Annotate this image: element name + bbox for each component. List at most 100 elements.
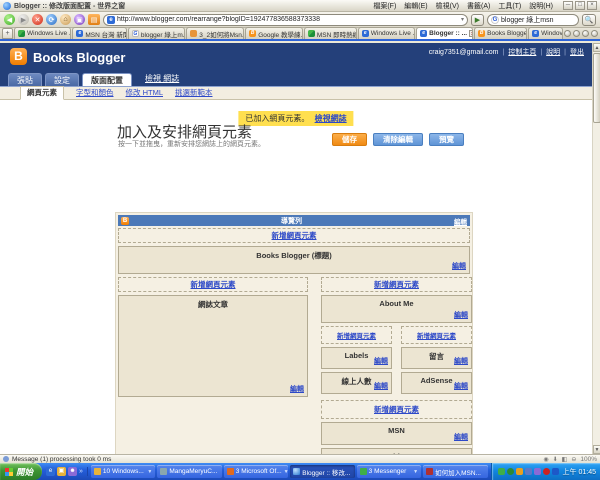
favorites-button[interactable]: ▤ [88, 14, 100, 25]
close-tab-icon[interactable]: x [469, 30, 473, 37]
comments-widget[interactable]: 留言 編輯 [401, 347, 472, 369]
proxy-icon[interactable]: ◧ [562, 456, 568, 463]
network-tray-icon[interactable] [524, 468, 532, 475]
edit-online-link[interactable]: 編輯 [374, 381, 388, 391]
help-link[interactable]: 說明 [546, 47, 560, 57]
tab-posting[interactable]: 張貼 [8, 73, 42, 86]
zoom-level[interactable]: 100% [580, 456, 597, 463]
browser-tab-5[interactable]: Google 教學練... [245, 27, 303, 39]
start-button[interactable]: 開始 [0, 463, 43, 480]
update-tray-icon[interactable] [515, 468, 523, 475]
tab-layout[interactable]: 版面配置 [82, 73, 132, 86]
edit-about-link[interactable]: 編輯 [454, 310, 468, 320]
edit-navbar-link[interactable]: 編輯 [454, 216, 467, 226]
browser-tab-6[interactable]: MSN 即時熱線 [303, 27, 357, 39]
add-page-element-link[interactable]: 新增網頁元素 [417, 330, 456, 340]
quicklaunch-overflow-icon[interactable]: » [79, 468, 83, 475]
taskbar-item-messenger-group[interactable]: 3 Messenger ▼ [356, 465, 422, 478]
add-page-element-link[interactable]: 新增網頁元素 [374, 279, 419, 290]
subtab-fonts-colors[interactable]: 字型和顏色 [76, 87, 114, 99]
messenger-tray-icon[interactable] [497, 468, 505, 475]
navbar-element[interactable]: B 導覽列 編輯 [118, 215, 470, 226]
status-tray-icon[interactable] [506, 468, 514, 475]
tab-settings[interactable]: 設定 [45, 73, 79, 86]
subtab-page-elements[interactable]: 網頁元素 [20, 86, 64, 100]
ie-quicklaunch-icon[interactable]: e [46, 467, 56, 476]
new-tab-button[interactable]: + [2, 28, 13, 39]
url-input[interactable]: http://www.blogger.com/rearrange?blogID=… [117, 16, 459, 23]
home-button[interactable]: ⌂ [60, 14, 71, 25]
menu-edit[interactable]: 編輯(E) [404, 1, 427, 11]
browser-tab-7[interactable]: Windows Live ... [357, 27, 416, 39]
edit-comments-link[interactable]: 編輯 [454, 356, 468, 366]
dashboard-link[interactable]: 控制主頁 [508, 47, 536, 57]
browser-tab-1[interactable]: Windows Live ... [14, 27, 72, 39]
about-me-widget[interactable]: About Me 編輯 [321, 295, 472, 323]
signout-link[interactable]: 登出 [570, 47, 584, 57]
scroll-up-icon[interactable]: ▲ [593, 43, 600, 52]
add-page-element-link[interactable]: 新增網頁元素 [337, 330, 376, 340]
menu-file[interactable]: 檔案(F) [373, 1, 396, 11]
folder-quicklaunch-icon[interactable]: ▣ [57, 467, 67, 476]
subtab-pick-template[interactable]: 挑選新範本 [175, 87, 213, 99]
taskbar-item-blogger-active[interactable]: Blogger :: 移改... [290, 465, 355, 478]
vertical-scrollbar[interactable]: ▲ ▼ [592, 43, 600, 454]
adsense-widget[interactable]: AdSense 編輯 [401, 372, 472, 394]
menu-help[interactable]: 說明(H) [529, 1, 553, 11]
stop-button[interactable]: ✕ [32, 14, 43, 25]
blog-posts-widget[interactable]: 網誌文章 編輯 [118, 295, 308, 397]
browser-tab-4[interactable]: 3_2如何將Msn... [186, 27, 245, 39]
search-input[interactable]: blogger 綠上msn [501, 15, 575, 25]
scroll-down-icon[interactable]: ▼ [593, 445, 600, 454]
close-button[interactable]: × [587, 1, 597, 10]
menu-bookmarks[interactable]: 書籤(A) [467, 1, 490, 11]
restore-button[interactable]: □ [575, 1, 585, 10]
address-bar[interactable]: e http://www.blogger.com/rearrange?blogI… [103, 13, 468, 26]
edit-posts-link[interactable]: 編輯 [290, 384, 304, 394]
preview-button[interactable]: 預覽 [429, 133, 464, 146]
refresh-button[interactable]: ⟳ [46, 14, 57, 25]
scrollbar-thumb[interactable] [593, 53, 600, 123]
header-widget[interactable]: Books Blogger (標題) 編輯 [118, 246, 470, 274]
language-tray-icon[interactable] [551, 468, 559, 475]
taskbar-item-manga[interactable]: MangaMeryuC... [157, 465, 222, 478]
edit-adsense-link[interactable]: 編輯 [454, 381, 468, 391]
menu-tools[interactable]: 工具(T) [498, 1, 521, 11]
taskbar-clock[interactable]: 上午 01:45 [563, 467, 596, 477]
zoom-icon[interactable]: ⊖ [571, 456, 576, 463]
antivirus-tray-icon[interactable] [542, 468, 550, 475]
taskbar-item-explorer-group[interactable]: 10 Windows... ▼ [90, 465, 156, 478]
online-count-widget[interactable]: 線上人數 編輯 [321, 372, 392, 394]
forward-button[interactable]: ▶ [18, 14, 29, 25]
browser-tab-active[interactable]: Blogger :: ...x [416, 27, 474, 39]
taskbar-item-office-group[interactable]: 3 Microsoft Of... ▼ [223, 465, 289, 478]
tab-scroll-buttons[interactable] [564, 30, 598, 39]
edit-header-link[interactable]: 編輯 [452, 261, 466, 271]
download-icon[interactable]: ⬇ [553, 456, 558, 463]
msn-widget[interactable]: MSN 編輯 [321, 422, 472, 445]
back-button[interactable]: ◀ [4, 14, 15, 25]
edit-labels-link[interactable]: 編輯 [374, 356, 388, 366]
url-dropdown-icon[interactable]: ▾ [461, 16, 464, 23]
taskbar-item-word-doc[interactable]: 如何加入MSN... [423, 465, 488, 478]
add-page-element-link[interactable]: 新增網頁元素 [272, 230, 317, 241]
clear-edits-button[interactable]: 清除編輯 [373, 133, 423, 146]
add-page-element-link[interactable]: 新增網頁元素 [374, 404, 419, 415]
browser-tab-2[interactable]: MSN 台灣 新聞 [72, 27, 127, 39]
search-button[interactable]: 🔍 [582, 13, 596, 26]
messenger-quicklaunch-icon[interactable]: ☻ [68, 467, 78, 476]
save-button[interactable]: 儲存 [332, 133, 367, 146]
snapshot-button[interactable]: ▣ [74, 14, 85, 25]
search-box[interactable]: G blogger 綠上msn [487, 13, 579, 26]
browser-tab-3[interactable]: blogger 綠上m... [127, 27, 186, 39]
go-button[interactable]: ▶ [471, 13, 484, 26]
subtab-edit-html[interactable]: 修改 HTML [126, 87, 164, 99]
browser-tab-10[interactable]: Windov [528, 27, 563, 39]
add-page-element-link[interactable]: 新增網頁元素 [191, 279, 236, 290]
volume-tray-icon[interactable] [533, 468, 541, 475]
feed-icon[interactable]: ◉ [543, 456, 548, 463]
view-blog-notice-link[interactable]: 檢視網誌 [315, 114, 347, 123]
view-blog-link[interactable]: 檢視 網誌 [145, 72, 179, 86]
edit-msn-link[interactable]: 編輯 [454, 432, 468, 442]
labels-widget[interactable]: Labels 編輯 [321, 347, 392, 369]
